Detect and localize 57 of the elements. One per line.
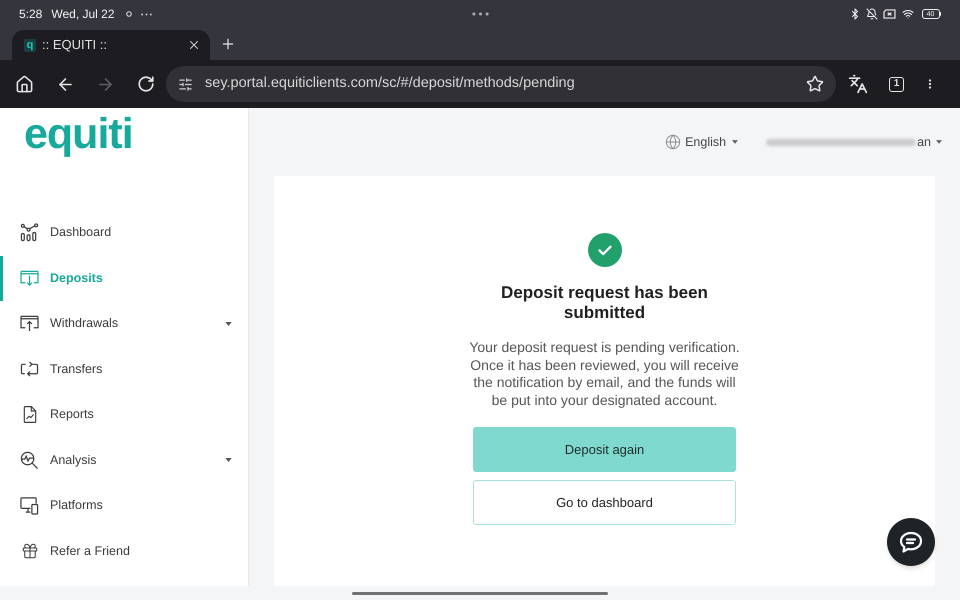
tab-count-button[interactable]: 1 <box>889 76 904 92</box>
document-chart-icon <box>22 405 36 424</box>
swap-arrows-icon <box>20 360 39 378</box>
sidebar-label: Reports <box>50 406 95 424</box>
notification-icon <box>126 11 132 17</box>
clock-time: 5:28 <box>19 6 42 23</box>
bell-off-icon <box>866 8 878 20</box>
caret-icon <box>732 140 738 144</box>
language-selector[interactable]: English <box>665 132 738 152</box>
sidebar-item[interactable]: Dashboard <box>0 210 248 256</box>
home-icon <box>14 74 34 94</box>
more-dots-icon <box>140 12 152 16</box>
close-icon <box>187 38 201 52</box>
gesture-bar[interactable] <box>352 592 608 594</box>
success-check-icon <box>588 233 622 267</box>
sidebar-item[interactable]: Reports <box>0 392 248 438</box>
sidebar-label: Analysis <box>50 452 98 469</box>
plus-icon <box>220 36 236 52</box>
caret-icon <box>936 140 942 144</box>
gift-icon <box>20 542 38 560</box>
site-favicon: q <box>24 38 36 52</box>
bookmark-star-icon[interactable] <box>806 75 824 93</box>
sidebar-label: Platforms <box>50 497 104 514</box>
sidebar-item[interactable]: Refer a Friend <box>0 528 248 574</box>
magnifier-pulse-icon <box>20 450 39 470</box>
url-text: sey.portal.equiticlients.com/sc/#/deposit/methods/pending <box>205 74 576 94</box>
site-settings-icon[interactable] <box>178 76 193 92</box>
sidebar-label: Transfers <box>50 360 104 378</box>
monitor-phone-icon <box>20 496 39 516</box>
tab-title: :: EQUITI :: <box>42 36 108 54</box>
active-indicator <box>0 256 3 301</box>
address-bar[interactable]: sey.portal.equiticlients.com/sc/#/deposit/methods/pending <box>166 66 836 102</box>
dashboard-button[interactable]: Go to dashboard <box>473 480 736 525</box>
chart-icon <box>20 223 39 242</box>
sidebar-item[interactable]: Analysis <box>0 438 248 483</box>
deposit-again-button[interactable]: Deposit again <box>473 426 736 472</box>
user-menu[interactable]: an <box>766 132 942 152</box>
sidebar-label: Refer a Friend <box>50 542 131 560</box>
sidebar-item[interactable]: Withdrawals <box>0 301 248 346</box>
tray-down-arrow-icon <box>20 270 39 287</box>
globe-icon <box>665 134 682 150</box>
sidebar-label: Deposits <box>50 270 104 287</box>
confirmation-message: Your deposit request is pending verification. Once it has been reviewed, you will receive the notification by email, and the funds will be put into your designated account. <box>468 339 741 410</box>
browser-tab[interactable]: q :: EQUITI :: <box>12 30 210 60</box>
wifi-icon <box>900 8 914 20</box>
reload-icon <box>137 75 155 93</box>
tray-up-arrow-icon <box>20 315 39 332</box>
window-handle-dots-icon[interactable] <box>472 12 488 16</box>
sim-card-x-icon <box>882 9 896 19</box>
sidebar-label: Withdrawals <box>50 315 120 332</box>
confirmation-title: Deposit request has been submitted <box>500 283 709 323</box>
sidebar-item[interactable]: Platforms <box>0 483 248 528</box>
sidebar-item[interactable]: Transfers <box>0 346 248 392</box>
sidebar-label: Dashboard <box>50 224 112 242</box>
speech-bubble-icon <box>899 531 923 553</box>
status-date: Wed, Jul 22 <box>51 6 115 23</box>
translate-icon[interactable] <box>848 74 868 94</box>
